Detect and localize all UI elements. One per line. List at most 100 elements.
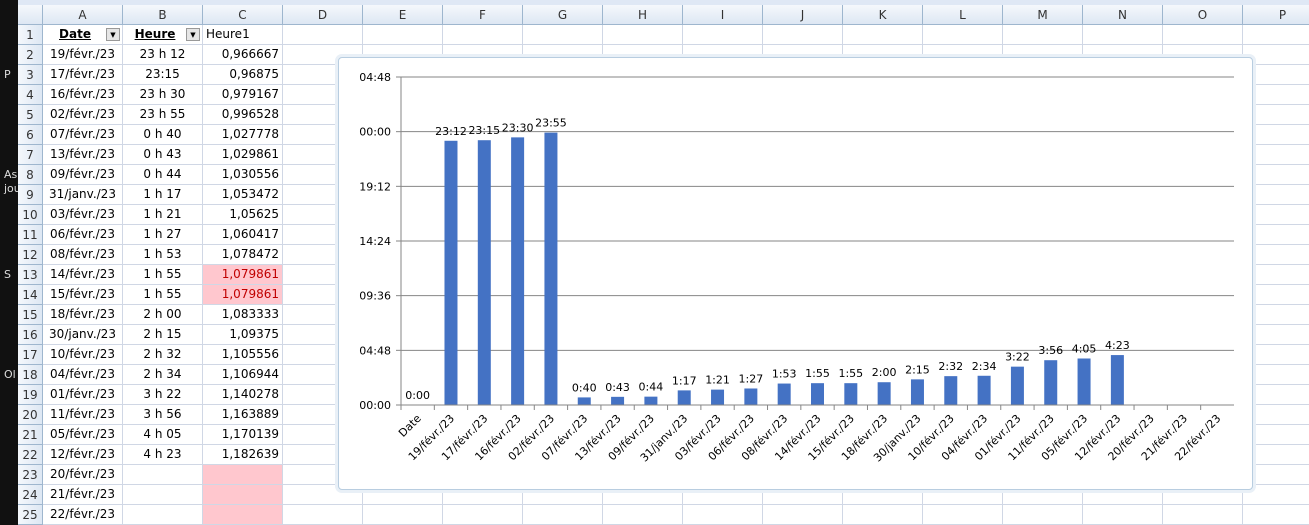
column-header-J[interactable]: J [763, 5, 843, 25]
cell[interactable] [203, 465, 283, 485]
cell[interactable]: 3 h 22 [123, 385, 203, 405]
cell[interactable]: 2 h 32 [123, 345, 203, 365]
cell[interactable]: 1,079861 [203, 285, 283, 305]
cell[interactable]: 1,053472 [203, 185, 283, 205]
cell[interactable] [123, 485, 203, 505]
row-header[interactable]: 22 [18, 445, 43, 465]
cell[interactable]: 01/févr./23 [43, 385, 123, 405]
cell[interactable] [1083, 505, 1163, 525]
cell[interactable]: 1,060417 [203, 225, 283, 245]
cell[interactable]: 2 h 00 [123, 305, 203, 325]
cell[interactable]: 19/févr./23 [43, 45, 123, 65]
cell[interactable]: 07/févr./23 [43, 125, 123, 145]
column-header-I[interactable]: I [683, 5, 763, 25]
cell[interactable]: 1,027778 [203, 125, 283, 145]
cell[interactable]: 23 h 30 [123, 85, 203, 105]
cell[interactable]: 1,182639 [203, 445, 283, 465]
cell[interactable]: 08/févr./23 [43, 245, 123, 265]
cell[interactable]: 1 h 55 [123, 285, 203, 305]
cell[interactable] [603, 25, 683, 45]
cell[interactable] [203, 485, 283, 505]
cell[interactable]: 21/févr./23 [43, 485, 123, 505]
cell[interactable]: 22/févr./23 [43, 505, 123, 525]
row-header[interactable]: 17 [18, 345, 43, 365]
cell[interactable]: 16/févr./23 [43, 85, 123, 105]
column-header-L[interactable]: L [923, 5, 1003, 25]
cell[interactable] [1003, 505, 1083, 525]
filter-dropdown-button[interactable]: ▼ [106, 28, 120, 41]
cell[interactable]: 1 h 55 [123, 265, 203, 285]
column-header-B[interactable]: B [123, 5, 203, 25]
cell[interactable] [283, 505, 363, 525]
cell[interactable]: 1 h 53 [123, 245, 203, 265]
cell[interactable] [443, 505, 523, 525]
column-header-G[interactable]: G [523, 5, 603, 25]
cell[interactable]: 2 h 15 [123, 325, 203, 345]
row-header[interactable]: 10 [18, 205, 43, 225]
cell[interactable] [683, 505, 763, 525]
cell[interactable]: 31/janv./23 [43, 185, 123, 205]
bar-chart[interactable]: 00:00 04:48 09:36 14:24 19:12 00:00 04:48 0:00 D… [338, 57, 1253, 490]
filter-dropdown-button[interactable]: ▼ [186, 28, 200, 41]
cell[interactable]: 04/févr./23 [43, 365, 123, 385]
cell[interactable] [923, 25, 1003, 45]
row-header[interactable]: 19 [18, 385, 43, 405]
cell[interactable]: 15/févr./23 [43, 285, 123, 305]
cell[interactable]: 1,105556 [203, 345, 283, 365]
row-header[interactable]: 7 [18, 145, 43, 165]
cell[interactable]: 1,079861 [203, 265, 283, 285]
cell[interactable] [1003, 25, 1083, 45]
cell[interactable]: 0,979167 [203, 85, 283, 105]
column-header-D[interactable]: D [283, 5, 363, 25]
cell[interactable]: 23:15 [123, 65, 203, 85]
row-header[interactable]: 24 [18, 485, 43, 505]
cell[interactable] [1083, 25, 1163, 45]
cell[interactable]: 1 h 27 [123, 225, 203, 245]
cell[interactable] [763, 25, 843, 45]
cell[interactable] [1163, 25, 1243, 45]
cell[interactable]: 1,078472 [203, 245, 283, 265]
cell[interactable] [523, 505, 603, 525]
cell[interactable]: 0 h 43 [123, 145, 203, 165]
cell[interactable]: 10/févr./23 [43, 345, 123, 365]
cell[interactable]: 1 h 17 [123, 185, 203, 205]
cell[interactable]: 0,96875 [203, 65, 283, 85]
row-header[interactable]: 25 [18, 505, 43, 525]
row-header[interactable]: 11 [18, 225, 43, 245]
cell[interactable]: 1,029861 [203, 145, 283, 165]
cell[interactable] [1243, 25, 1309, 45]
cell[interactable]: 1 h 21 [123, 205, 203, 225]
cell[interactable]: 02/févr./23 [43, 105, 123, 125]
cell[interactable]: 1,083333 [203, 305, 283, 325]
cell[interactable] [1163, 505, 1243, 525]
column-header-H[interactable]: H [603, 5, 683, 25]
row-header[interactable]: 21 [18, 425, 43, 445]
cell[interactable]: 03/févr./23 [43, 205, 123, 225]
cell[interactable]: 30/janv./23 [43, 325, 123, 345]
cell[interactable] [283, 25, 363, 45]
cell[interactable]: 11/févr./23 [43, 405, 123, 425]
row-header[interactable]: 6 [18, 125, 43, 145]
column-header-C[interactable]: C [203, 5, 283, 25]
cell[interactable]: 1,09375 [203, 325, 283, 345]
column-header-M[interactable]: M [1003, 5, 1083, 25]
cell[interactable]: 1,030556 [203, 165, 283, 185]
row-header[interactable]: 23 [18, 465, 43, 485]
cell[interactable]: 18/févr./23 [43, 305, 123, 325]
cell[interactable]: 05/févr./23 [43, 425, 123, 445]
cell[interactable]: 09/févr./23 [43, 165, 123, 185]
cell[interactable] [123, 505, 203, 525]
cell[interactable]: 13/févr./23 [43, 145, 123, 165]
row-header[interactable]: 8 [18, 165, 43, 185]
cell[interactable] [843, 505, 923, 525]
row-header[interactable]: 14 [18, 285, 43, 305]
cell[interactable]: 1,05625 [203, 205, 283, 225]
row-header[interactable]: 5 [18, 105, 43, 125]
row-header[interactable]: 12 [18, 245, 43, 265]
row-header[interactable]: 15 [18, 305, 43, 325]
cell[interactable]: 4 h 23 [123, 445, 203, 465]
column-header-K[interactable]: K [843, 5, 923, 25]
cell[interactable] [603, 505, 683, 525]
cell[interactable] [523, 25, 603, 45]
cell[interactable] [843, 25, 923, 45]
